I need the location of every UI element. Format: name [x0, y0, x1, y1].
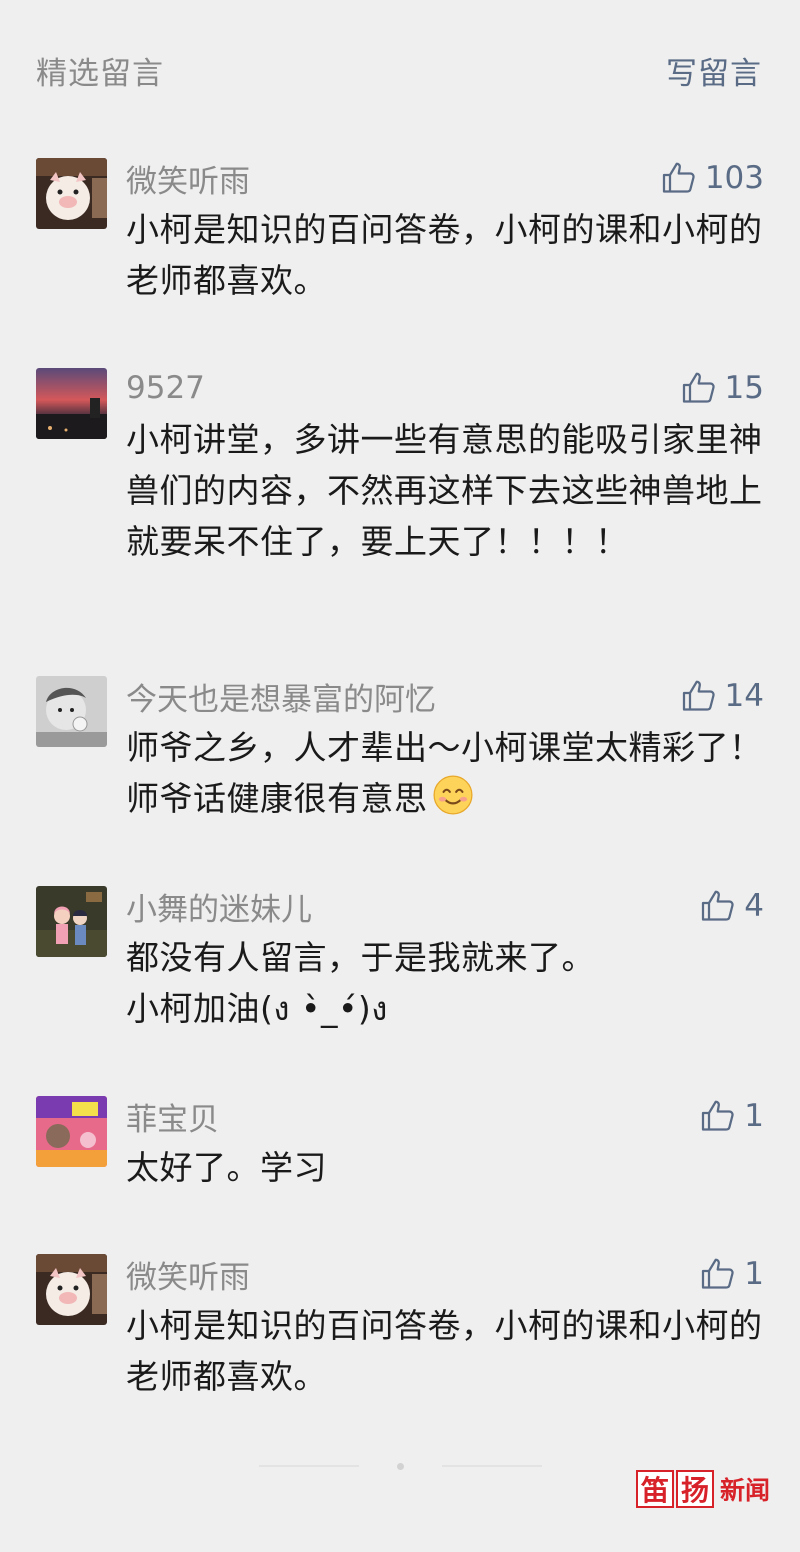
comment-author[interactable]: 9527 [126, 370, 205, 406]
comment-body: 微笑听雨 1 小柯是知识的百问答卷，小柯的课和小柯的老师都喜欢。 [126, 1254, 764, 1402]
comment-author[interactable]: 小舞的迷妹儿 [126, 884, 312, 929]
write-comment-button[interactable]: 写留言 [666, 48, 762, 93]
comment-text: 师爷之乡，人才辈出～小柯课堂太精彩了！师爷话健康很有意思 [126, 722, 764, 824]
like-button[interactable]: 1 [700, 1098, 764, 1134]
comment-body: 9527 15 小柯讲堂，多讲一些有意思的能吸引家里神兽们的内容，不然再这样下去… [126, 368, 764, 567]
like-count: 14 [724, 678, 764, 714]
smiling-face-icon [432, 775, 473, 815]
comment-meta: 9527 15 [126, 368, 764, 408]
like-button[interactable]: 103 [661, 160, 764, 196]
watermark-seal-1: 笛 [635, 1470, 674, 1508]
comment-text: 都没有人留言，于是我就来了。 小柯加油(ง •̀_•́)ง [126, 938, 595, 1028]
comment-body: 小舞的迷妹儿 4 都没有人留言，于是我就来了。 小柯加油(ง •̀_•́)ง [126, 886, 764, 1034]
comment-body: 菲宝贝 1 太好了。学习 [126, 1096, 764, 1193]
like-count: 1 [744, 1098, 764, 1134]
like-count: 1 [744, 1256, 764, 1292]
comment-author[interactable]: 菲宝贝 [126, 1094, 219, 1139]
pig-plush-avatar-icon [36, 1254, 107, 1325]
thumbs-up-icon [702, 890, 734, 921]
watermark-text: 新闻 [719, 1476, 770, 1505]
comment-text: 太好了。学习 [126, 1148, 327, 1187]
comment-text: 小柯是知识的百问答卷，小柯的课和小柯的老师都喜欢。 [126, 1306, 763, 1396]
loading-dot [396, 1462, 404, 1470]
comment-body: 微笑听雨 103 小柯是知识的百问答卷，小柯的课和小柯的老师都喜欢。 [126, 158, 764, 306]
like-button[interactable]: 4 [700, 888, 764, 924]
like-button[interactable]: 14 [681, 678, 764, 714]
avatar[interactable] [36, 368, 107, 439]
comments-header: 精选留言 写留言 [36, 48, 762, 92]
like-count: 15 [724, 370, 764, 406]
anime-couple-avatar-icon [36, 886, 107, 957]
comment-meta: 微笑听雨 1 [126, 1252, 764, 1297]
thumbs-up-icon [682, 680, 715, 711]
comment-body: 今天也是想暴富的阿忆 14 师爷之乡，人才辈出～小柯课堂太精彩了！师爷话健康很有… [126, 676, 764, 824]
avatar[interactable] [36, 886, 107, 957]
like-count: 103 [704, 160, 764, 196]
comment-meta: 今天也是想暴富的阿忆 14 [126, 674, 764, 719]
comment-meta: 微笑听雨 103 [126, 156, 764, 201]
comment-meta: 菲宝贝 1 [126, 1094, 764, 1139]
news-watermark-logo: 笛 扬 新闻 [635, 1470, 770, 1508]
divider [441, 1465, 542, 1467]
sunset-avatar-icon [36, 368, 107, 439]
comments-page: 精选留言 写留言 微笑听雨 103 小柯是知识的百问答卷，小柯的课和小柯的老师都… [0, 0, 800, 1552]
avatar[interactable] [36, 676, 107, 747]
comment-author[interactable]: 微笑听雨 [126, 156, 250, 201]
thumbs-up-icon [702, 1258, 734, 1289]
comment-meta: 小舞的迷妹儿 4 [126, 884, 764, 929]
divider [258, 1465, 359, 1467]
thumbs-up-icon [702, 1100, 734, 1131]
like-count: 4 [744, 888, 764, 924]
like-button[interactable]: 1 [700, 1256, 764, 1292]
like-button[interactable]: 15 [681, 370, 764, 406]
thumbs-up-icon [662, 162, 695, 193]
poster-avatar-icon [36, 1096, 107, 1167]
avatar[interactable] [36, 158, 107, 229]
comment-text: 小柯是知识的百问答卷，小柯的课和小柯的老师都喜欢。 [126, 210, 763, 300]
section-title: 精选留言 [36, 55, 164, 92]
baby-avatar-icon [36, 676, 107, 747]
comment-text: 小柯讲堂，多讲一些有意思的能吸引家里神兽们的内容，不然再这样下去这些神兽地上就要… [126, 420, 763, 561]
watermark-seal-2: 扬 [675, 1470, 714, 1508]
thumbs-up-icon [682, 372, 715, 403]
comment-author[interactable]: 微笑听雨 [126, 1252, 250, 1297]
avatar[interactable] [36, 1254, 107, 1325]
comment-author[interactable]: 今天也是想暴富的阿忆 [126, 674, 436, 719]
avatar[interactable] [36, 1096, 107, 1167]
pig-plush-avatar-icon [36, 158, 107, 229]
